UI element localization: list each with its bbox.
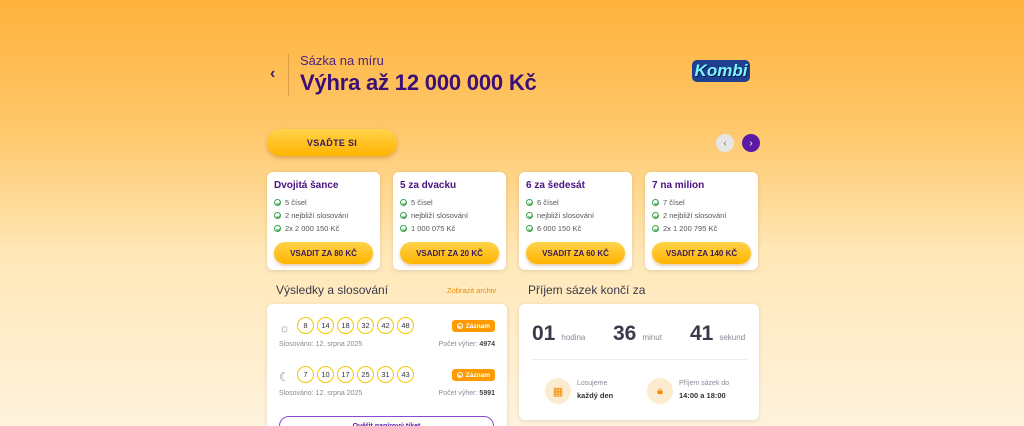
accept-until-label: Příjem sázek do (679, 380, 730, 387)
record-button[interactable]: ▶ Záznam (451, 369, 495, 381)
draw-numbers: 8 14 18 32 42 48 (297, 317, 414, 334)
check-icon (400, 199, 407, 206)
draw-row-evening: ☾ 7 10 17 25 31 43 ▶ Záznam Slosováno: 12… (279, 366, 495, 406)
draw-schedule-label: Losujeme (577, 380, 608, 387)
verify-ticket-button[interactable]: Ověřit papírový tiket (279, 416, 494, 426)
lock-icon: 🔒︎ (647, 378, 673, 404)
card-title: 7 na milion (652, 180, 705, 191)
card-title: 5 za dvacku (400, 180, 457, 191)
countdown-title: Příjem sázek končí za (528, 283, 646, 297)
countdown-minutes: 36 minut (613, 322, 662, 345)
back-icon[interactable]: ‹ (270, 66, 284, 82)
card-line: 2x 1 200 795 Kč (652, 224, 717, 233)
kombi-logo: Kombi (692, 60, 750, 82)
card-line: nejbliží slosování (526, 211, 594, 220)
countdown-divider (531, 359, 747, 360)
page-subtitle: Sázka na míru (300, 53, 384, 68)
number-ball: 25 (357, 366, 374, 383)
card-line: 2 nejbliží slosování (274, 211, 348, 220)
number-ball: 14 (317, 317, 334, 334)
moon-icon: ☾ (279, 370, 290, 384)
card-line: 5 čísel (274, 198, 307, 207)
check-icon (526, 199, 533, 206)
card-title: Dvojitá šance (274, 180, 339, 191)
header-divider (288, 54, 289, 96)
play-icon: ▶ (456, 372, 463, 378)
card-line: 7 čísel (652, 198, 685, 207)
card-line: 2x 2 000 150 Kč (274, 224, 339, 233)
play-icon: ▶ (456, 323, 463, 329)
carousel-next-button[interactable]: › (742, 134, 760, 152)
countdown-seconds: 41 sekund (690, 322, 746, 345)
bet-now-button[interactable]: VSAĎTE SI (267, 129, 397, 156)
draw-wins: Počet výher: 4974 (438, 341, 495, 348)
draw-date: Slosováno: 12. srpna 2025 (279, 341, 363, 348)
bet-80-button[interactable]: VSADIT ZA 80 KČ (274, 242, 373, 264)
number-ball: 8 (297, 317, 314, 334)
draw-date: Slosováno: 12. srpna 2025 (279, 390, 363, 397)
check-icon (400, 225, 407, 232)
card-line: 1 000 075 Kč (400, 224, 455, 233)
number-ball: 31 (377, 366, 394, 383)
bet-card-dvojita-sance: Dvojitá šance 5 čísel 2 nejbliží slosová… (267, 172, 380, 270)
bet-card-6-za-sedesat: 6 za šedesát 6 čísel nejbliží slosování … (519, 172, 632, 270)
results-panel: ☼ 8 14 18 32 42 48 ▶ Záznam Slosováno: 12… (267, 304, 507, 426)
number-ball: 7 (297, 366, 314, 383)
draw-numbers: 7 10 17 25 31 43 (297, 366, 414, 383)
check-icon (652, 225, 659, 232)
bet-card-5-za-dvacku: 5 za dvacku 5 čísel nejbliží slosování 1… (393, 172, 506, 270)
draw-row-day: ☼ 8 14 18 32 42 48 ▶ Záznam Slosováno: 12… (279, 317, 495, 357)
draw-wins: Počet výher: 5991 (438, 390, 495, 397)
card-line: 6 000 150 Kč (526, 224, 581, 233)
card-line: 5 čísel (400, 198, 433, 207)
countdown-hours: 01 hodina (532, 322, 586, 345)
number-ball: 43 (397, 366, 414, 383)
check-icon (526, 225, 533, 232)
card-title: 6 za šedesát (526, 180, 585, 191)
check-icon (274, 199, 281, 206)
page-title: Výhra až 12 000 000 Kč (300, 70, 537, 95)
carousel-prev-button[interactable]: ‹ (716, 134, 734, 152)
bet-140-button[interactable]: VSADIT ZA 140 KČ (652, 242, 751, 264)
number-ball: 17 (337, 366, 354, 383)
card-line: 2 nejbliží slosování (652, 211, 726, 220)
bet-20-button[interactable]: VSADIT ZA 20 KČ (400, 242, 499, 264)
archive-link[interactable]: Zobrazit archiv (447, 286, 496, 295)
number-ball: 32 (357, 317, 374, 334)
calendar-icon: ▦ (545, 378, 571, 404)
check-icon (274, 225, 281, 232)
bet-card-7-na-milion: 7 na milion 7 čísel 2 nejbliží slosování… (645, 172, 758, 270)
number-ball: 18 (337, 317, 354, 334)
draw-schedule-value: každý den (577, 391, 614, 400)
card-line: 6 čísel (526, 198, 559, 207)
check-icon (652, 199, 659, 206)
bet-60-button[interactable]: VSADIT ZA 60 KČ (526, 242, 625, 264)
check-icon (400, 212, 407, 219)
check-icon (274, 212, 281, 219)
number-ball: 42 (377, 317, 394, 334)
card-line: nejbliží slosování (400, 211, 468, 220)
page-header: ‹ Sázka na míru Výhra až 12 000 000 Kč K… (270, 50, 750, 100)
record-button[interactable]: ▶ Záznam (451, 320, 495, 332)
sun-icon: ☼ (279, 321, 290, 335)
check-icon (526, 212, 533, 219)
results-title: Výsledky a slosování (276, 283, 389, 297)
check-icon (652, 212, 659, 219)
number-ball: 10 (317, 366, 334, 383)
countdown-panel: 01 hodina 36 minut 41 sekund ▦ Losujeme kaž… (519, 304, 759, 420)
number-ball: 48 (397, 317, 414, 334)
accept-until-value: 14:00 a 18:00 (679, 391, 726, 400)
